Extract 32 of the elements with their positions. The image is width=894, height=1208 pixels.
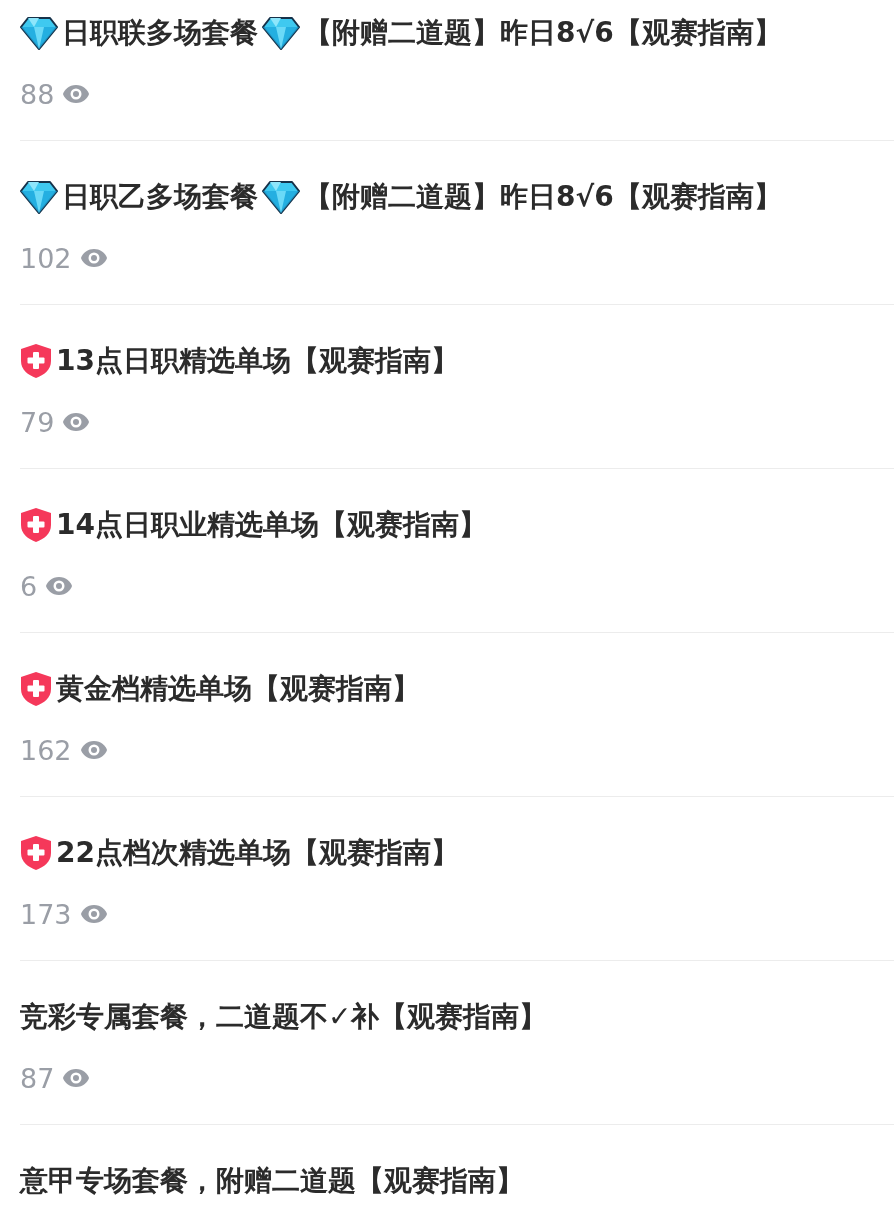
view-count: 102 (20, 242, 72, 274)
article-title[interactable]: 13点日职精选单场【观赛指南】 (56, 340, 459, 382)
shield-icon (20, 835, 52, 871)
eye-icon (45, 576, 74, 596)
diamond-icon (20, 16, 58, 50)
article-title[interactable]: 竞彩专属套餐，二道题不✓补【观赛指南】 (20, 996, 548, 1038)
article-title[interactable]: 日职联多场套餐 (62, 12, 258, 54)
article-title[interactable]: 【附赠二道题】昨日8√6【观赛指南】 (304, 176, 782, 218)
eye-icon (79, 248, 108, 268)
view-count: 79 (20, 406, 55, 438)
eye-icon (62, 412, 91, 432)
view-count: 162 (20, 734, 72, 766)
article-title[interactable]: 意甲专场套餐，附赠二道题【观赛指南】 (20, 1160, 524, 1202)
view-count: 6 (20, 570, 38, 602)
view-count: 87 (20, 1062, 55, 1094)
shield-icon (20, 343, 52, 379)
eye-icon (79, 904, 108, 924)
eye-icon (62, 84, 91, 104)
diamond-icon (262, 180, 300, 214)
shield-icon (20, 507, 52, 543)
view-count: 173 (20, 898, 72, 930)
diamond-icon (20, 180, 58, 214)
article-title[interactable]: 【附赠二道题】昨日8√6【观赛指南】 (304, 12, 782, 54)
article-title[interactable]: 日职乙多场套餐 (62, 176, 258, 218)
article-title[interactable]: 22点档次精选单场【观赛指南】 (56, 832, 459, 874)
diamond-icon (262, 16, 300, 50)
eye-icon (79, 740, 108, 760)
shield-icon (20, 671, 52, 707)
eye-icon (62, 1068, 91, 1088)
article-title[interactable]: 14点日职业精选单场【观赛指南】 (56, 504, 487, 546)
view-count: 88 (20, 78, 55, 110)
article-title[interactable]: 黄金档精选单场【观赛指南】 (56, 668, 420, 710)
